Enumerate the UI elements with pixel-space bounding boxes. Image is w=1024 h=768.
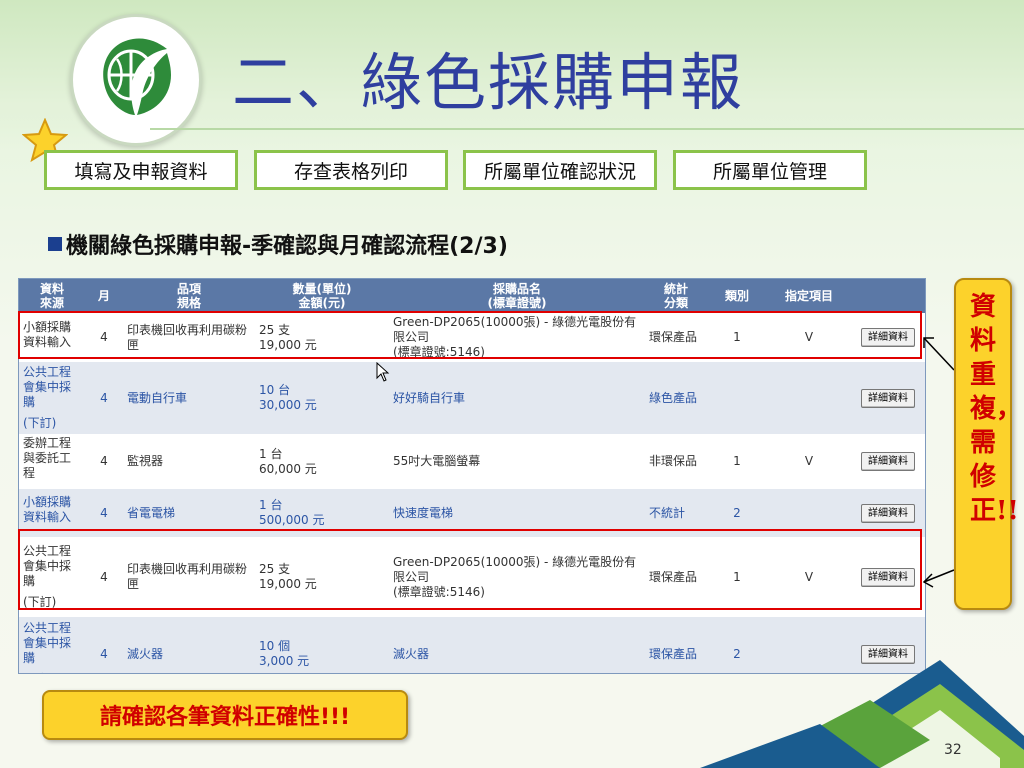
callout-text: 資料重複，需修正!! — [970, 292, 1023, 526]
nav-fill-report-button[interactable]: 填寫及申報資料 — [44, 150, 238, 190]
cell-type — [707, 362, 767, 434]
cell-type: 1 — [707, 434, 767, 489]
bullet-square-icon — [48, 237, 62, 251]
cell-product-name-text: 好好騎自行車 — [393, 390, 466, 405]
confirm-accuracy-banner: 請確認各筆資料正確性!!! — [42, 690, 408, 740]
cell-stat-category-text: 不統計 — [649, 505, 686, 520]
page-title: 二、綠色採購申報 — [232, 46, 745, 119]
table-row: 公共工程會集中採購 (下訂) 4 電動自行車 10 台 30,000 元好好騎自行車 綠色產… — [19, 362, 925, 434]
cell-type-text: 1 — [733, 454, 741, 468]
header-stat-category: 統計 分類 — [663, 282, 688, 310]
cell-item-text: 省電電梯 — [127, 505, 176, 520]
section-subtitle-text: 機關綠色採購申報-季確認與月確認流程(2/3) — [66, 234, 508, 259]
duplicate-warning-callout: 資料重複，需修正!! — [954, 278, 1023, 610]
cell-product-name-text: 滅火器 — [393, 646, 430, 661]
cell-month-text: 4 — [100, 646, 108, 661]
duplicate-highlight-1 — [18, 311, 922, 359]
cell-stat-category-text: 綠色產品 — [649, 390, 698, 405]
cell-item: 電動自行車 — [123, 362, 255, 434]
cell-action: 詳細資料 — [851, 434, 925, 489]
cell-item: 滅火器 — [123, 617, 255, 673]
cell-stat-category-text: 非環保品 — [649, 454, 698, 468]
cell-item-text: 監視器 — [127, 454, 164, 468]
cell-qty-amount: 10 個 3,000 元 — [255, 617, 389, 673]
header-designated: 指定項目 — [784, 289, 833, 303]
table-row: 委辦工程與委託工程 4 監視器 1 台 60,000 元 55吋大電腦螢幕 非環保品 1 V 詳細… — [19, 434, 925, 489]
cell-amount: 500,000 元 — [259, 513, 325, 527]
cell-designated — [767, 362, 851, 434]
cell-amount: 60,000 元 — [259, 461, 317, 476]
mouse-cursor-icon — [376, 362, 390, 382]
cell-source-note: (下訂) — [23, 416, 57, 430]
cell-stat-category: 非環保品 — [645, 434, 707, 489]
cell-qty-amount: 10 台 30,000 元 — [255, 362, 389, 434]
title-underline — [150, 128, 1024, 130]
cell-item: 監視器 — [123, 434, 255, 489]
cell-qty: 1 台 — [259, 498, 283, 512]
cell-month: 4 — [85, 362, 123, 434]
cell-qty: 1 台 — [259, 446, 283, 461]
cell-product-name-text: 快速度電梯 — [393, 505, 454, 520]
cell-qty-amount: 1 台 60,000 元 — [255, 434, 389, 489]
cell-stat-category: 環保產品 — [645, 617, 707, 673]
section-subtitle: 機關綠色採購申報-季確認與月確認流程(2/3) — [48, 228, 508, 260]
cell-source-text: 委辦工程與委託工程 — [23, 436, 72, 480]
cell-designated: V — [767, 434, 851, 489]
cell-item-text: 滅火器 — [127, 646, 164, 661]
header-source: 資料 來源 — [39, 282, 64, 310]
cell-product-name-text: 55吋大電腦螢幕 — [393, 454, 481, 468]
cell-stat-category-text: 環保產品 — [649, 646, 698, 661]
cell-product-name: 好好騎自行車 — [389, 362, 645, 434]
detail-button[interactable]: 詳細資料 — [861, 388, 915, 408]
mountain-decoration-icon — [700, 660, 1024, 768]
cell-source-text: 公共工程會集中採購 — [23, 365, 72, 409]
cell-source: 公共工程會集中採購 (下訂) — [19, 617, 85, 673]
header-item: 品項 規格 — [176, 282, 201, 310]
page-number: 32 — [944, 742, 962, 758]
cell-source-text: 小額採購資料輸入 — [23, 495, 72, 524]
table-header-row: 資料 來源 月 品項 規格 數量(單位) 金額(元) 採購品名 (標章證號) 統… — [19, 279, 925, 313]
cell-month-text: 4 — [100, 454, 108, 468]
cell-product-name: 滅火器 — [389, 617, 645, 673]
cell-qty: 10 台 — [259, 383, 291, 397]
nav-print-forms-button[interactable]: 存查表格列印 — [254, 150, 448, 190]
header-product-name: 採購品名 (標章證號) — [487, 282, 547, 310]
cell-stat-category: 綠色產品 — [645, 362, 707, 434]
cell-source-text: 公共工程會集中採購 — [23, 621, 72, 665]
cell-source-note: (下訂) — [23, 672, 81, 673]
cell-month-text: 4 — [100, 390, 108, 405]
detail-button[interactable]: 詳細資料 — [861, 503, 915, 523]
cell-month-text: 4 — [100, 505, 108, 520]
green-mark-logo-icon — [70, 14, 202, 146]
cell-source: 公共工程會集中採購 (下訂) — [19, 362, 85, 434]
header-type: 類別 — [724, 289, 749, 303]
cell-qty: 10 個 — [259, 639, 291, 653]
detail-button[interactable]: 詳細資料 — [861, 452, 915, 471]
cell-amount: 3,000 元 — [259, 654, 310, 668]
cell-type-text: 2 — [733, 505, 741, 520]
header-month: 月 — [97, 289, 110, 303]
cell-month: 4 — [85, 617, 123, 673]
cell-amount: 30,000 元 — [259, 398, 317, 412]
nav-unit-management-button[interactable]: 所屬單位管理 — [673, 150, 867, 190]
header-action — [851, 279, 925, 313]
cell-item-text: 電動自行車 — [127, 390, 188, 405]
cell-action: 詳細資料 — [851, 362, 925, 434]
arrow-icon — [922, 337, 955, 588]
cell-month: 4 — [85, 434, 123, 489]
cell-designated-text: V — [804, 454, 814, 468]
nav-unit-confirm-status-button[interactable]: 所屬單位確認狀況 — [463, 150, 657, 190]
header-qty-amount: 數量(單位) 金額(元) — [292, 282, 352, 310]
duplicate-highlight-2 — [18, 529, 922, 610]
cell-product-name: 55吋大電腦螢幕 — [389, 434, 645, 489]
cell-source: 委辦工程與委託工程 — [19, 434, 85, 489]
